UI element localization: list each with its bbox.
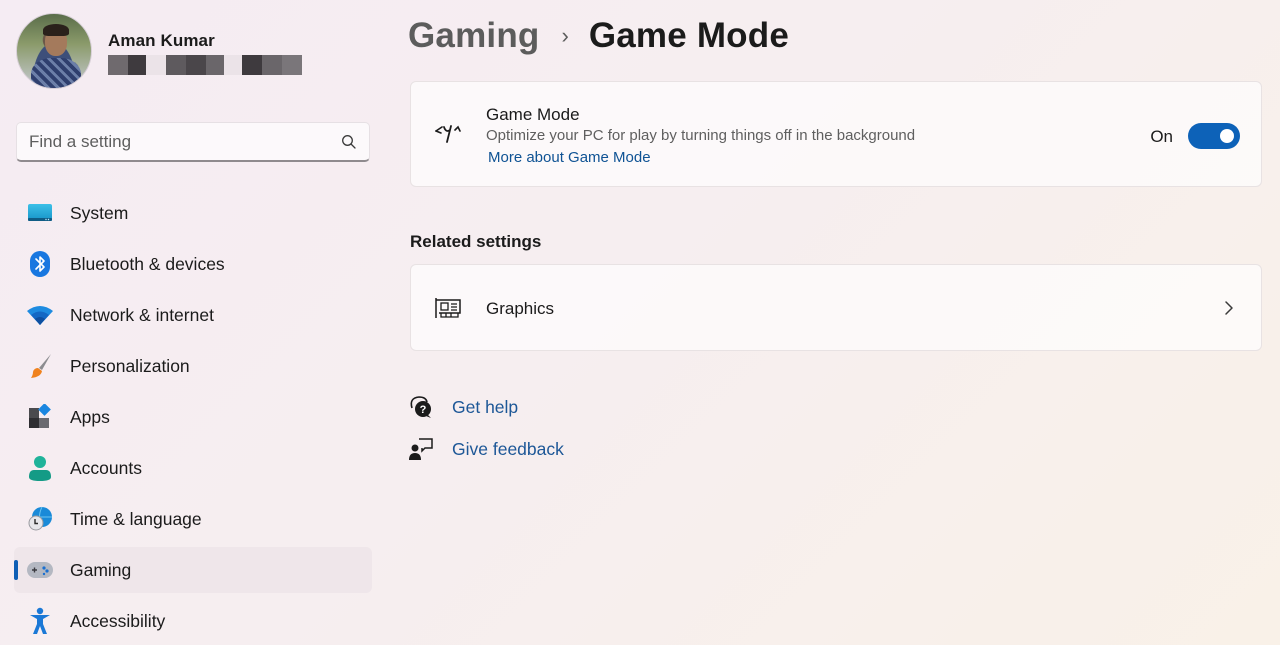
- feedback-icon: [409, 438, 433, 460]
- graphics-card-icon: [435, 298, 461, 318]
- user-profile[interactable]: Aman Kumar: [16, 13, 302, 89]
- sidebar-item-label: Accessibility: [70, 610, 166, 631]
- give-feedback-row[interactable]: Give feedback: [408, 436, 564, 462]
- accessibility-icon: [26, 607, 54, 635]
- search-input[interactable]: [29, 131, 341, 152]
- sidebar-item-label: Bluetooth & devices: [70, 253, 225, 274]
- person-icon: [26, 454, 54, 482]
- breadcrumb-separator-icon: ›: [561, 23, 569, 48]
- svg-text:?: ?: [420, 404, 427, 416]
- graphics-settings-row[interactable]: Graphics: [410, 264, 1262, 351]
- help-icon: ?: [410, 396, 431, 418]
- sidebar-item-system[interactable]: System: [14, 190, 372, 236]
- sidebar-item-time-language[interactable]: Time & language: [14, 496, 372, 542]
- sidebar-item-label: Personalization: [70, 355, 190, 376]
- apps-icon: [26, 403, 54, 431]
- sidebar-item-label: Accounts: [70, 457, 142, 478]
- profile-email-redacted: [108, 55, 302, 75]
- sidebar-item-gaming[interactable]: Gaming: [14, 547, 372, 593]
- chevron-right-icon: [1225, 301, 1233, 315]
- breadcrumb: Gaming › Game Mode: [408, 12, 789, 60]
- bluetooth-icon: [26, 250, 54, 278]
- sidebar-nav: System Bluetooth & devices Network & int…: [14, 190, 372, 645]
- get-help-row[interactable]: ? Get help: [408, 394, 518, 420]
- sidebar-item-accessibility[interactable]: Accessibility: [14, 598, 372, 644]
- profile-name: Aman Kumar: [108, 31, 215, 50]
- sidebar-item-label: Gaming: [70, 559, 132, 580]
- get-help-link[interactable]: Get help: [452, 397, 518, 418]
- give-feedback-link[interactable]: Give feedback: [452, 439, 564, 460]
- graphics-label: Graphics: [486, 299, 555, 318]
- game-mode-description: Optimize your PC for play by turning thi…: [486, 127, 916, 144]
- gamepad-icon: [26, 556, 54, 584]
- related-settings-heading: Related settings: [410, 232, 542, 251]
- page-title: Game Mode: [588, 16, 790, 55]
- toggle-state-label: On: [1150, 127, 1173, 146]
- sidebar-item-accounts[interactable]: Accounts: [14, 445, 372, 491]
- game-mode-title: Game Mode: [486, 105, 580, 124]
- game-mode-icon: [435, 125, 461, 143]
- sidebar-item-label: Time & language: [70, 508, 202, 529]
- paintbrush-icon: [26, 352, 54, 380]
- sidebar-item-label: Network & internet: [70, 304, 214, 325]
- sidebar-item-label: System: [70, 202, 129, 223]
- more-about-game-mode-link[interactable]: More about Game Mode: [488, 149, 651, 166]
- wifi-icon: [26, 301, 54, 329]
- sidebar-item-label: Apps: [70, 406, 110, 427]
- search-icon[interactable]: [341, 134, 357, 150]
- system-icon: [26, 199, 54, 227]
- sidebar: Aman Kumar Sys: [0, 0, 390, 645]
- breadcrumb-parent-link[interactable]: Gaming: [408, 16, 540, 56]
- sidebar-item-network[interactable]: Network & internet: [14, 292, 372, 338]
- sidebar-item-apps[interactable]: Apps: [14, 394, 372, 440]
- game-mode-card: Game Mode Optimize your PC for play by t…: [410, 81, 1262, 187]
- globe-clock-icon: [26, 505, 54, 533]
- search-box[interactable]: [16, 122, 370, 162]
- avatar[interactable]: [16, 13, 92, 89]
- toggle-knob: [1220, 129, 1234, 143]
- sidebar-item-personalization[interactable]: Personalization: [14, 343, 372, 389]
- game-mode-toggle[interactable]: [1188, 123, 1240, 149]
- sidebar-item-bluetooth[interactable]: Bluetooth & devices: [14, 241, 372, 287]
